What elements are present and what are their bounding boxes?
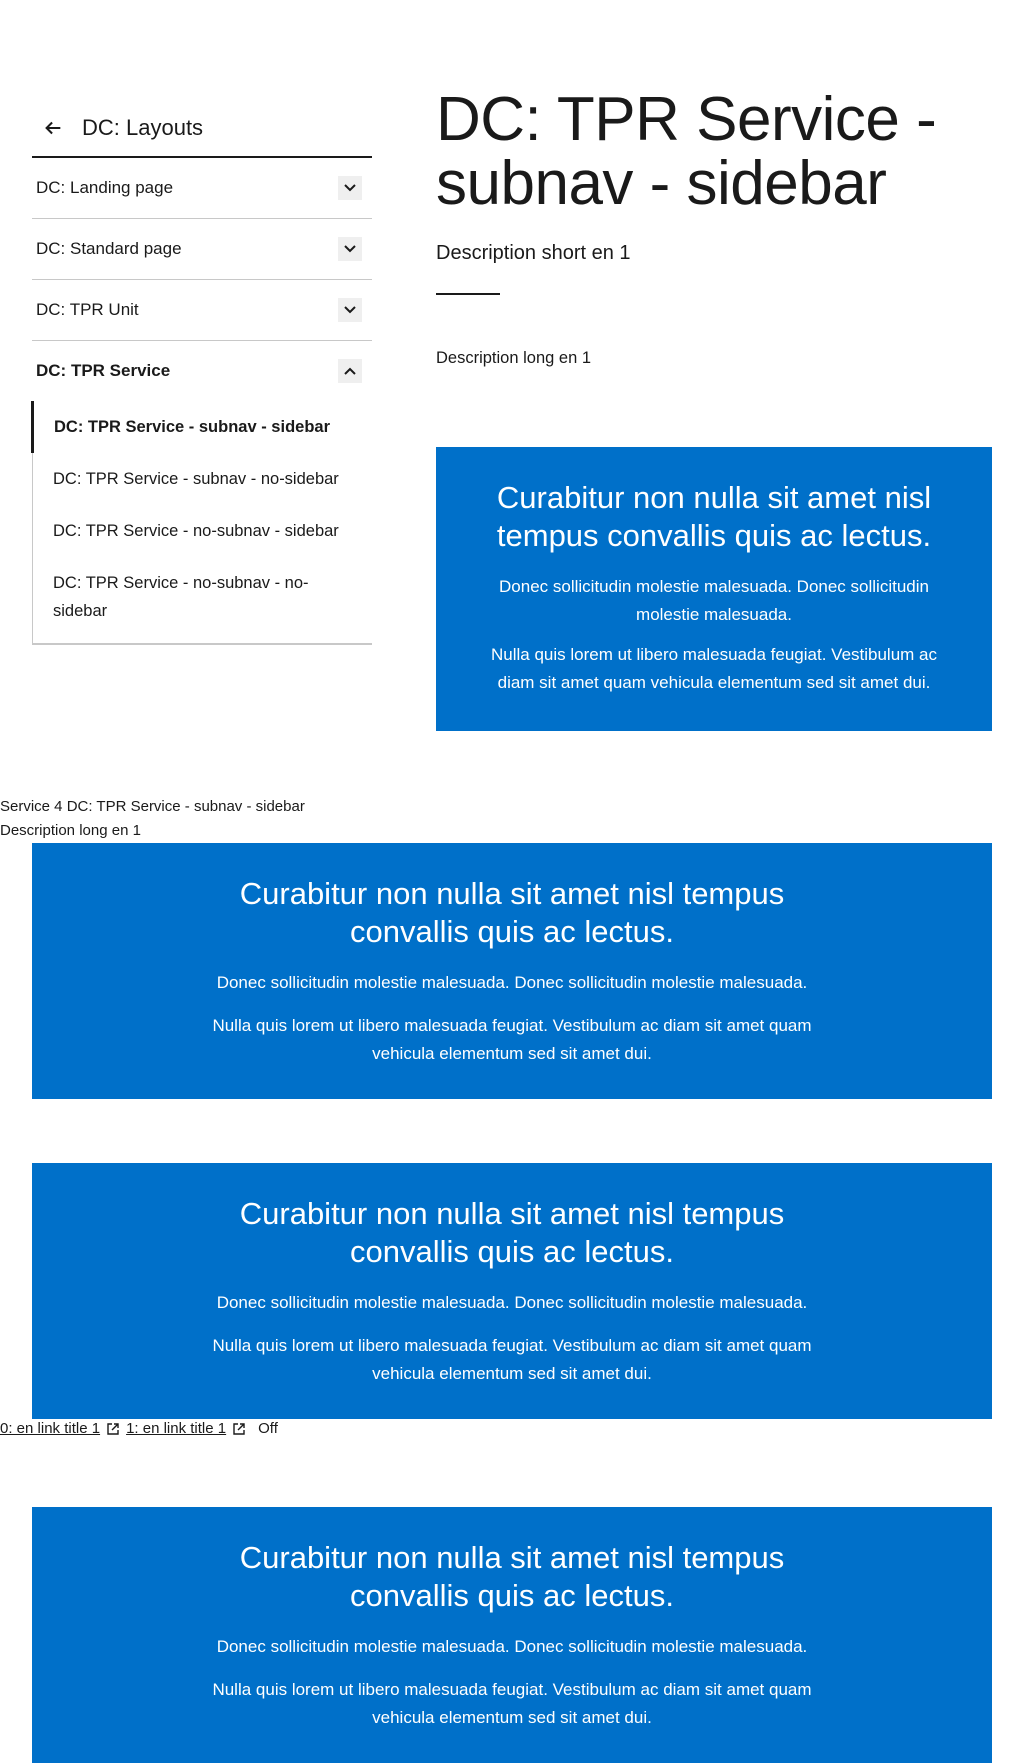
external-link-icon bbox=[107, 1422, 119, 1435]
sidebar-item-label: DC: TPR Unit bbox=[36, 300, 139, 319]
callout-paragraph: Donec sollicitudin molestie malesuada. D… bbox=[499, 577, 929, 624]
external-link[interactable]: 1: en link title 1 bbox=[126, 1420, 226, 1437]
back-link-label: DC: Layouts bbox=[82, 115, 204, 140]
callout-heading: Curabitur non nulla sit amet nisl tempus… bbox=[239, 876, 785, 949]
sidebar-item-landing-page[interactable]: DC: Landing page bbox=[32, 158, 372, 219]
callout-paragraph: Nulla quis lorem ut libero malesuada feu… bbox=[212, 1336, 812, 1383]
chevron-down-icon[interactable] bbox=[338, 176, 362, 200]
callout-block: Curabitur non nulla sit amet nisl tempus… bbox=[32, 843, 992, 1099]
sidebar-item-standard-page[interactable]: DC: Standard page bbox=[32, 219, 372, 280]
callout-heading: Curabitur non nulla sit amet nisl tempus… bbox=[496, 480, 932, 553]
external-link-icon bbox=[233, 1422, 245, 1435]
callout-paragraph: Nulla quis lorem ut libero malesuada feu… bbox=[212, 1016, 812, 1063]
callout-block: Curabitur non nulla sit amet nisl tempus… bbox=[436, 447, 992, 731]
sidebar-item-tpr-unit[interactable]: DC: TPR Unit bbox=[32, 280, 372, 341]
subnav-list: DC: TPR Service - subnav - sidebar DC: T… bbox=[31, 401, 372, 645]
callout-paragraph: Nulla quis lorem ut libero malesuada feu… bbox=[212, 1680, 812, 1727]
subnav-item-no-subnav-no-sidebar[interactable]: DC: TPR Service - no-subnav - no-sidebar bbox=[33, 557, 372, 637]
short-description: Description short en 1 bbox=[436, 242, 631, 264]
sidebar-item-label: DC: Standard page bbox=[36, 239, 182, 258]
callout-paragraph: Donec sollicitudin molestie malesuada. D… bbox=[216, 1293, 808, 1312]
subnav-item-subnav-sidebar[interactable]: DC: TPR Service - subnav - sidebar bbox=[31, 401, 372, 453]
callout-heading: Curabitur non nulla sit amet nisl tempus… bbox=[239, 1540, 785, 1613]
callout-block: Curabitur non nulla sit amet nisl tempus… bbox=[32, 1507, 992, 1763]
main-content: DC: TPR Service - subnav - sidebar Descr… bbox=[436, 88, 992, 368]
description-line: Description long en 1 bbox=[0, 822, 141, 839]
callout-paragraph: Donec sollicitudin molestie malesuada. D… bbox=[216, 973, 808, 992]
service-line: Service 4 DC: TPR Service - subnav - sid… bbox=[0, 798, 305, 815]
sidebar-item-tpr-service[interactable]: DC: TPR Service bbox=[32, 341, 372, 401]
back-link[interactable]: DC: Layouts bbox=[32, 100, 372, 158]
chevron-down-icon[interactable] bbox=[338, 298, 362, 322]
subnav-item-subnav-no-sidebar[interactable]: DC: TPR Service - subnav - no-sidebar bbox=[33, 453, 372, 505]
sidebar-nav: DC: Layouts DC: Landing page DC: Standar… bbox=[31, 100, 372, 645]
divider bbox=[436, 293, 500, 295]
page-title: DC: TPR Service - subnav - sidebar bbox=[436, 85, 937, 218]
arrow-left-icon bbox=[45, 121, 61, 135]
subnav-item-no-subnav-sidebar[interactable]: DC: TPR Service - no-subnav - sidebar bbox=[33, 505, 372, 557]
callout-paragraph: Donec sollicitudin molestie malesuada. D… bbox=[216, 1637, 808, 1656]
chevron-down-icon[interactable] bbox=[338, 237, 362, 261]
long-description: Description long en 1 bbox=[436, 349, 592, 367]
off-label: Off bbox=[258, 1420, 278, 1437]
callout-paragraph: Nulla quis lorem ut libero malesuada feu… bbox=[490, 645, 938, 692]
sidebar-item-label: DC: Landing page bbox=[36, 178, 174, 197]
external-link[interactable]: 0: en link title 1 bbox=[0, 1420, 100, 1437]
callout-block: Curabitur non nulla sit amet nisl tempus… bbox=[32, 1163, 992, 1419]
callout-heading: Curabitur non nulla sit amet nisl tempus… bbox=[239, 1196, 785, 1269]
sidebar-item-label: DC: TPR Service bbox=[36, 361, 171, 380]
links-row: 0: en link title 1 1: en link title 1 Of… bbox=[0, 1420, 278, 1437]
chevron-up-icon[interactable] bbox=[338, 359, 362, 383]
